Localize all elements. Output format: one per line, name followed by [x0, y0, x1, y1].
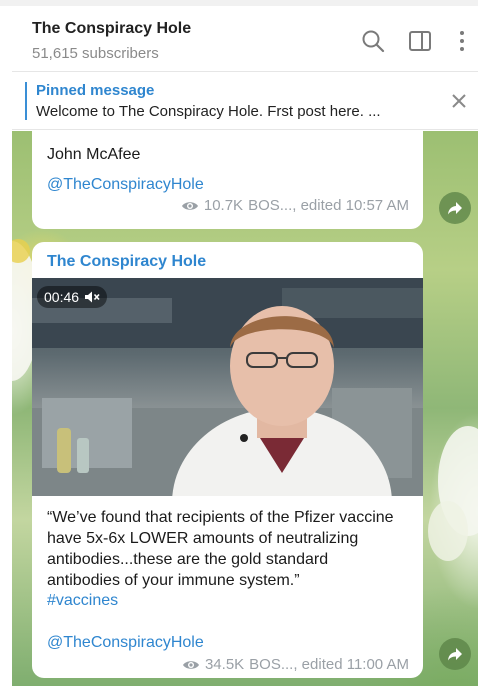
video-duration: 00:46 [44, 289, 80, 305]
message-text-line: antibodies...these are the gold standard [47, 551, 329, 568]
view-count: 34.5K [204, 656, 245, 673]
message-author-time: BOS..., edited 11:00 AM [249, 656, 409, 673]
channel-title[interactable]: The Conspiracy Hole [32, 20, 191, 38]
sender-name[interactable]: The Conspiracy Hole [47, 253, 206, 271]
channel-link[interactable]: @TheConspiracyHole [47, 176, 204, 194]
pinned-message-bar[interactable]: Pinned message Welcome to The Conspiracy… [12, 73, 478, 130]
message-meta: 34.5K BOS..., edited 11:00 AM [182, 656, 409, 673]
view-count: 10.7K [203, 197, 244, 214]
sidebar-toggle-icon[interactable] [407, 28, 433, 54]
message-bubble[interactable]: The Conspiracy Hole 00:46 “We’ve found t… [32, 242, 423, 678]
channel-link[interactable]: @TheConspiracyHole [47, 634, 204, 652]
video-frame [32, 278, 423, 496]
subscriber-count: 51,615 subscribers [32, 45, 159, 62]
search-icon[interactable] [360, 28, 386, 54]
chat-header: The Conspiracy Hole 51,615 subscribers [12, 6, 478, 72]
views-eye-icon [181, 201, 198, 210]
message-text-line: “We’ve found that recipients of the Pfiz… [47, 509, 394, 526]
message-bubble[interactable]: John McAfee @TheConspiracyHole 10.7K BOS… [32, 131, 423, 229]
message-text-line: have 5x-6x LOWER amounts of neutralizing [47, 530, 359, 547]
message-text-line: antibodies of your immune system.” [47, 572, 300, 589]
more-vertical-icon[interactable] [449, 28, 475, 54]
hashtag-link[interactable]: #vaccines [47, 592, 118, 610]
video-thumbnail[interactable]: 00:46 [32, 278, 423, 496]
flower-decoration-right [428, 426, 478, 561]
views-eye-icon [182, 660, 199, 669]
share-arrow-icon [448, 202, 462, 215]
chat-area[interactable]: John McAfee @TheConspiracyHole 10.7K BOS… [12, 131, 478, 686]
message-author-time: BOS..., edited 10:57 AM [248, 197, 409, 214]
message-text: John McAfee [47, 146, 141, 163]
share-button[interactable] [439, 638, 471, 670]
pinned-text: Welcome to The Conspiracy Hole. Frst pos… [36, 103, 381, 120]
message-meta: 10.7K BOS..., edited 10:57 AM [181, 197, 409, 214]
close-icon[interactable] [448, 90, 470, 112]
pinned-title: Pinned message [36, 82, 155, 99]
muted-speaker-icon[interactable] [84, 290, 100, 304]
video-duration-badge: 00:46 [37, 286, 108, 308]
share-arrow-icon [448, 648, 462, 661]
pinned-accent-bar [25, 82, 27, 120]
share-button[interactable] [439, 192, 471, 224]
